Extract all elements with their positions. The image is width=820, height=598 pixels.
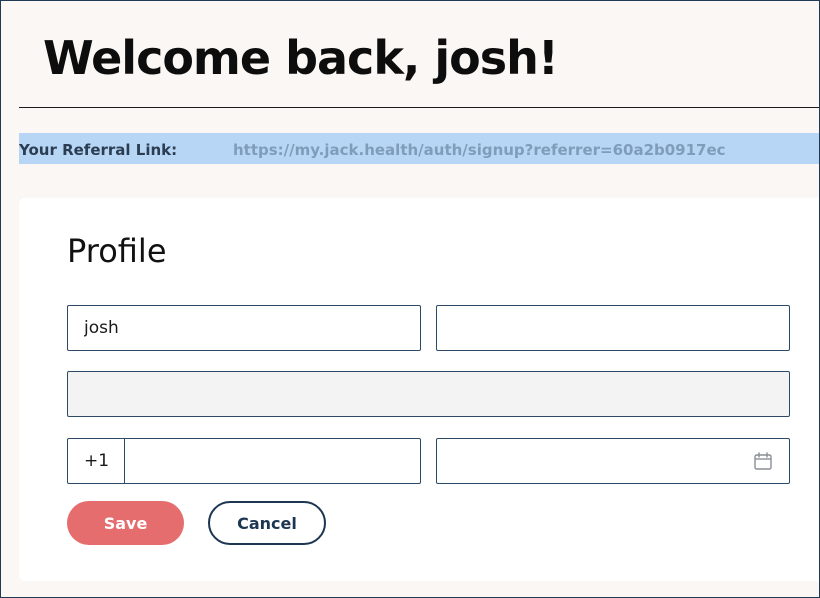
- last-name-field[interactable]: [436, 305, 790, 351]
- save-button[interactable]: Save: [67, 501, 184, 545]
- phone-field-group: +1: [67, 438, 421, 484]
- first-name-field[interactable]: [67, 305, 421, 351]
- referral-link-bar: Your Referral Link: https://my.jack.heal…: [19, 133, 819, 164]
- referral-link[interactable]: https://my.jack.health/auth/signup?refer…: [233, 141, 726, 159]
- email-field: [67, 371, 790, 417]
- birth-date-field[interactable]: [436, 438, 790, 484]
- profile-card: Profile +1 Save Cancel: [19, 198, 819, 581]
- header-divider: [19, 107, 819, 108]
- welcome-heading: Welcome back, josh!: [43, 31, 559, 85]
- cancel-button[interactable]: Cancel: [208, 501, 326, 545]
- app-frame: Welcome back, josh! Your Referral Link: …: [0, 0, 820, 598]
- country-code-selector[interactable]: +1: [68, 439, 125, 483]
- referral-label: Your Referral Link:: [19, 141, 178, 159]
- profile-title: Profile: [67, 232, 167, 270]
- phone-input[interactable]: [125, 439, 420, 483]
- calendar-icon[interactable]: [753, 451, 773, 471]
- birth-date-input[interactable]: [437, 439, 737, 482]
